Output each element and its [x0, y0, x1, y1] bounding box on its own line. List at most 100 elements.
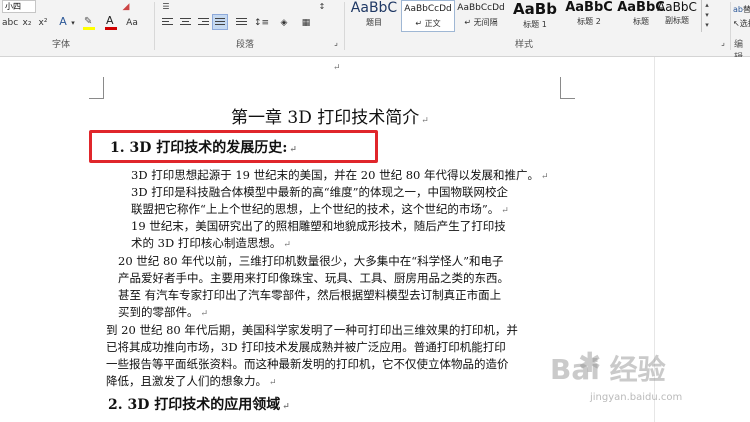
- change-case-button[interactable]: Aa: [124, 16, 140, 30]
- paragraph-mark: ↵: [283, 240, 291, 250]
- font-color-button[interactable]: A: [104, 14, 118, 30]
- baidu-watermark: ✱ Bai 经验 jingyan.baidu.com: [520, 340, 720, 410]
- sort-button[interactable]: ↕: [316, 0, 328, 14]
- bullets-button[interactable]: ☰: [160, 0, 172, 14]
- highlight-color-button[interactable]: ✎: [82, 16, 96, 30]
- styles-scroll[interactable]: ▴ ▾ ▾: [701, 0, 712, 32]
- dropdown-arrow-icon[interactable]: ▾: [70, 16, 76, 30]
- select-button[interactable]: ↖选择: [733, 18, 750, 29]
- text-line: 20 世纪 80 年代以前，三维打印机数量很少，大多集中在“科学怪人”和电子: [118, 253, 504, 269]
- group-separator: [154, 2, 155, 50]
- style-preview: AaBbCcDd: [404, 4, 452, 14]
- paragraph-mark: ↵: [200, 309, 209, 319]
- text-line: 3D 打印思想起源于 19 世纪末的美国，并在 20 世纪 80 年代得以发展和…: [131, 167, 549, 183]
- text-line-content: 甚至 有汽车专家打印出了汽车零部件，然后根据塑料模型去订制真正市面上: [118, 288, 502, 302]
- dialog-launcher-icon[interactable]: ⌟: [718, 36, 728, 50]
- justify-icon: [215, 18, 226, 27]
- text-line: 联盟把它称作“上上个世纪的思想，上个世纪的技术，这个世纪的市场”。 ↵: [131, 201, 509, 217]
- text-line: 产品爱好者手中。主要用来打印像珠宝、玩具、工具、厨房用品之类的东西。: [118, 270, 509, 286]
- paragraph-group-label: 段落: [236, 40, 255, 50]
- style-name: ↵ 无间隔: [464, 18, 498, 27]
- text-line-content: 产品爱好者手中。主要用来打印像珠宝、玩具、工具、厨房用品之类的东西。: [118, 271, 509, 285]
- margin-mark: [103, 77, 104, 99]
- text-line-content: 到 20 世纪 80 年代后期，美国科学家发明了一种可打印出三维效果的打印机，并: [106, 323, 518, 337]
- highlighter-icon: ✎: [84, 16, 93, 27]
- align-left-button[interactable]: [162, 18, 173, 27]
- select-label: 选择: [739, 19, 750, 28]
- style-preview: AaBbCcDd: [457, 3, 505, 13]
- superscript-button[interactable]: x²: [36, 16, 50, 30]
- style-title[interactable]: AaBbC 题目: [348, 0, 400, 30]
- group-separator: [344, 2, 345, 50]
- chapter-title-text: 第一章 3D 打印技术简介: [231, 108, 420, 128]
- text-line-content: 术的 3D 打印核心制造思想。: [131, 236, 282, 250]
- text-line: 降低，且激发了人们的想象力。 ↵: [106, 373, 277, 389]
- heading-text: 2. 3D 打印技术的应用领域: [108, 397, 281, 413]
- font-color-swatch: [105, 27, 117, 30]
- style-preview: AaBb: [513, 0, 557, 18]
- strikethrough-button[interactable]: abc: [2, 16, 18, 30]
- style-preview: AaBbC: [350, 0, 398, 16]
- style-normal[interactable]: AaBbCcDd ↵ 正文: [401, 0, 455, 32]
- style-preview: AaBbC: [565, 0, 613, 15]
- text-line-content: 3D 打印是科技融合体模型中最新的高“维度”的体现之一，中国物联网校企: [131, 185, 508, 199]
- justify-button[interactable]: [212, 14, 228, 30]
- style-no-spacing[interactable]: AaBbCcDd ↵ 无间隔: [455, 0, 507, 30]
- text-line: 3D 打印是科技融合体模型中最新的高“维度”的体现之一，中国物联网校企: [131, 184, 508, 200]
- styles-group-label: 样式: [515, 40, 534, 50]
- text-effects-button[interactable]: A: [56, 15, 70, 29]
- dialog-launcher-icon[interactable]: ⌟: [331, 36, 341, 50]
- text-line-content: 3D 打印思想起源于 19 世纪末的美国，并在 20 世纪 80 年代得以发展和…: [131, 168, 540, 182]
- scroll-down-icon[interactable]: ▾: [705, 11, 709, 19]
- group-separator: [730, 2, 731, 50]
- subscript-button[interactable]: x₂: [20, 16, 34, 30]
- paragraph-mark: ↵: [421, 116, 429, 126]
- paragraph-mark: ↵: [541, 172, 549, 182]
- chapter-title: 第一章 3D 打印技术简介 ↵: [231, 103, 429, 128]
- replace-button[interactable]: ab替换: [733, 4, 750, 15]
- text-line-content: 联盟把它称作“上上个世纪的思想，上个世纪的技术，这个世纪的市场”。: [131, 202, 500, 216]
- ribbon: 小四 abc x₂ x² A ▾ ✎ A Aa ◢ 字体 ☰ ↕ ↕≡ ◈ ▦ …: [0, 0, 750, 63]
- margin-mark: [560, 77, 561, 99]
- style-heading-1[interactable]: AaBb 标题 1: [509, 0, 561, 30]
- paragraph-mark: ↵: [501, 206, 509, 216]
- text-line: 到 20 世纪 80 年代后期，美国科学家发明了一种可打印出三维效果的打印机，并: [106, 322, 518, 338]
- heading-application-fields: 2. 3D 打印技术的应用领域 ↵: [108, 394, 290, 414]
- replace-label: 替换: [742, 5, 750, 14]
- font-group-label: 字体: [52, 40, 71, 50]
- style-name: 题目: [366, 18, 382, 27]
- borders-button[interactable]: ▦: [298, 16, 314, 30]
- font-size-box[interactable]: 小四: [2, 0, 36, 13]
- style-subtitle[interactable]: AaBbC 副标题: [655, 0, 699, 30]
- text-line: 甚至 有汽车专家打印出了汽车零部件，然后根据塑料模型去订制真正市面上: [118, 287, 501, 303]
- shading-button[interactable]: ◈: [276, 16, 292, 30]
- text-line: 19 世纪末，美国研究出了的照相雕塑和地貌成形技术，随后产生了打印技: [131, 218, 506, 234]
- scroll-up-icon[interactable]: ▴: [705, 1, 709, 9]
- text-line-content: 一些报告等平面纸张资料。而这种最新发明的打印机，它不仅使立体物品的造价: [106, 357, 509, 371]
- text-line-content: 买到的零部件。: [118, 305, 199, 319]
- paragraph-mark: ↵: [333, 63, 341, 73]
- margin-mark: [560, 98, 575, 99]
- text-line: 一些报告等平面纸张资料。而这种最新发明的打印机，它不仅使立体物品的造价: [106, 356, 509, 372]
- style-name: 标题 2: [577, 17, 601, 26]
- style-heading-2[interactable]: AaBbC 标题 2: [563, 0, 615, 30]
- text-line: 术的 3D 打印核心制造思想。 ↵: [131, 235, 291, 251]
- paragraph-mark: ↵: [282, 402, 290, 412]
- paragraph-mark: ↵: [269, 378, 277, 388]
- style-name: 标题 1: [523, 20, 547, 29]
- margin-mark: [89, 98, 104, 99]
- eraser-icon[interactable]: ◢: [120, 0, 132, 14]
- text-line-content: 降低，且激发了人们的想象力。: [106, 374, 267, 388]
- distributed-button[interactable]: [236, 18, 247, 27]
- watermark-url: jingyan.baidu.com: [590, 392, 683, 403]
- more-styles-icon[interactable]: ▾: [705, 21, 709, 29]
- text-line: 买到的零部件。 ↵: [118, 304, 208, 320]
- select-icon: ↖: [733, 19, 740, 28]
- text-line-content: 20 世纪 80 年代以前，三维打印机数量很少，大多集中在“科学怪人”和电子: [118, 254, 504, 268]
- line-spacing-button[interactable]: ↕≡: [254, 16, 269, 30]
- style-name: ↵ 正文: [415, 19, 441, 28]
- replace-icon: ab: [733, 5, 743, 14]
- style-name: 副标题: [665, 16, 689, 25]
- align-right-button[interactable]: [198, 18, 209, 27]
- align-center-button[interactable]: [180, 18, 191, 27]
